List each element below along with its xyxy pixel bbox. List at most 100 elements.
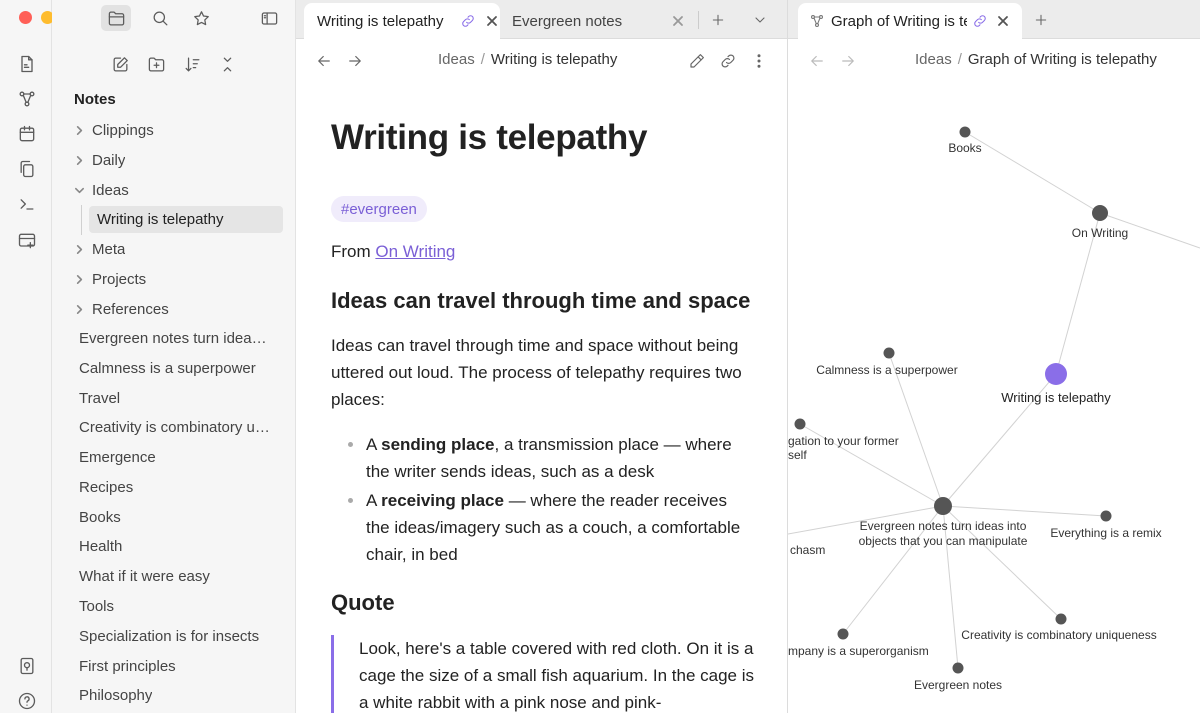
file-label: Philosophy [79,686,153,704]
graph-node-label: Books [948,141,981,155]
list-bold: receiving place [381,491,504,510]
file-label: Tools [79,597,115,615]
graph-node-superorganism[interactable]: mpany is a superorganism [788,628,929,659]
file-item[interactable]: Emergence [79,444,279,470]
editor-pane: Ideas / Writing is telepathy Writing is te… [296,40,787,713]
list-prefix: A [366,435,382,454]
tag-evergreen[interactable]: #evergreen [331,196,427,222]
chevron-down-icon [74,177,92,203]
help-icon[interactable] [14,688,40,713]
graph-edge [942,505,1107,517]
graph-node-evergreen-notes-turn[interactable]: Evergreen notes turn ideas into objects t… [859,497,1028,548]
heading-quote: Quote [331,590,395,615]
note-title: Writing is telepathy [331,118,648,157]
graph-node-label: gation to your former self [788,434,899,462]
file-label: What if it were easy [79,567,210,585]
breadcrumb-note[interactable]: Writing is telepathy [491,51,617,68]
new-tab-button[interactable] [1029,8,1053,32]
edit-pencil-icon[interactable] [685,49,709,73]
file-item[interactable]: Calmness is a superpower [79,355,279,381]
graph-node-books[interactable]: Books [948,126,982,156]
folder-ideas[interactable]: Ideas [74,177,284,203]
graph-node-creativity[interactable]: Creativity is combinatory uniqueness [961,613,1157,643]
source-link[interactable]: On Writing [375,242,455,261]
tab-writing-is-telepathy[interactable]: Writing is telepathy [304,3,500,39]
folder-references[interactable]: References [74,296,284,322]
vault-name: Notes [74,91,116,108]
graph-node-everything-is-a-remix[interactable]: Everything is a remix [1050,510,1162,541]
file-item[interactable]: What if it were easy [79,563,279,589]
close-icon[interactable] [994,12,1012,30]
more-options-icon[interactable] [747,49,771,73]
chevron-right-icon [74,117,92,143]
blockquote-text: Look, here's a table covered with red cl… [359,639,754,712]
vault-icon[interactable] [14,653,40,679]
tab-list-button[interactable] [748,8,772,32]
calendar-icon[interactable] [14,121,40,147]
new-note-icon[interactable] [107,51,133,77]
close-icon[interactable] [483,12,501,30]
graph-node-calmness[interactable]: Calmness is a superpower [816,347,958,378]
file-item[interactable]: Travel [79,385,279,411]
file-item[interactable]: Tools [79,593,279,619]
folder-label: Clippings [92,121,154,139]
forward-arrow-icon[interactable] [343,49,367,73]
chevron-right-icon [74,266,92,292]
new-tab-button[interactable] [706,8,730,32]
page-icon[interactable] [14,51,40,77]
source-prefix: From [331,242,376,261]
file-item[interactable]: Books [79,504,279,530]
graph-edges [788,131,1200,669]
link-icon[interactable] [716,49,740,73]
graph-node-on-writing[interactable]: On Writing [1072,205,1128,240]
folder-icon[interactable] [101,5,131,31]
file-item[interactable]: Specialization is for insects [79,623,279,649]
sidebar-toggle-icon[interactable] [254,5,284,31]
folder-projects[interactable]: Projects [74,266,284,292]
file-label: Specialization is for insects [79,627,260,645]
file-label: Emergence [79,448,156,466]
close-window-button[interactable] [19,11,32,24]
folder-meta[interactable]: Meta [74,236,284,262]
graph-node-writing-is-telepathy[interactable]: Writing is telepathy [1001,363,1111,405]
copy-icon[interactable] [14,156,40,182]
collapse-icon[interactable] [214,51,240,77]
graph-node-label: Calmness is a superpower [816,363,957,377]
close-icon[interactable] [669,12,687,30]
file-writing-is-telepathy[interactable]: Writing is telepathy [89,206,283,233]
file-item[interactable]: Health [79,533,279,559]
search-icon[interactable] [145,5,175,31]
breadcrumb-folder[interactable]: Ideas [438,51,475,68]
file-label: Creativity is combinatory uniqueness [79,418,274,436]
file-item[interactable]: Philosophy [79,682,279,708]
graph-node-navigation[interactable]: gation to your former self [788,418,899,463]
link-icon [459,12,477,30]
tab-evergreen-notes[interactable]: Evergreen notes [502,3,694,39]
graph-node-chasm[interactable]: chasm [790,543,825,557]
folder-clippings[interactable]: Clippings [74,117,284,143]
folder-daily[interactable]: Daily [74,147,284,173]
star-icon[interactable] [186,5,216,31]
graph-canvas[interactable]: Books On Writing Calmness is a superpowe… [788,40,1200,713]
new-folder-icon[interactable] [143,51,169,77]
canvas-icon[interactable] [14,228,40,254]
file-item[interactable]: Evergreen notes turn ideas into objects … [79,325,279,351]
graph-view-pane[interactable]: Ideas / Graph of Writing is telepathy Book… [788,40,1200,713]
file-item[interactable]: Creativity is combinatory uniqueness [79,414,279,440]
file-label: Calmness is a superpower [79,359,256,377]
tab-graph[interactable]: Graph of Writing is telepathy [798,3,1022,39]
graph-node-label: mpany is a superorganism [788,644,929,658]
file-label: Evergreen notes turn ideas into objects … [79,329,274,347]
file-label: Writing is telepathy [97,211,224,228]
file-label: First principles [79,657,176,675]
file-item[interactable]: First principles [79,653,279,679]
graph-icon[interactable] [14,86,40,112]
source-line: From On Writing [331,242,455,262]
file-item[interactable]: Recipes [79,474,279,500]
graph-node-evergreen-notes[interactable]: Evergreen notes [914,662,1002,693]
sort-icon[interactable] [179,51,205,77]
chevron-right-icon [74,147,92,173]
terminal-icon[interactable] [14,191,40,217]
back-arrow-icon[interactable] [312,49,336,73]
folder-label: Projects [92,270,147,288]
